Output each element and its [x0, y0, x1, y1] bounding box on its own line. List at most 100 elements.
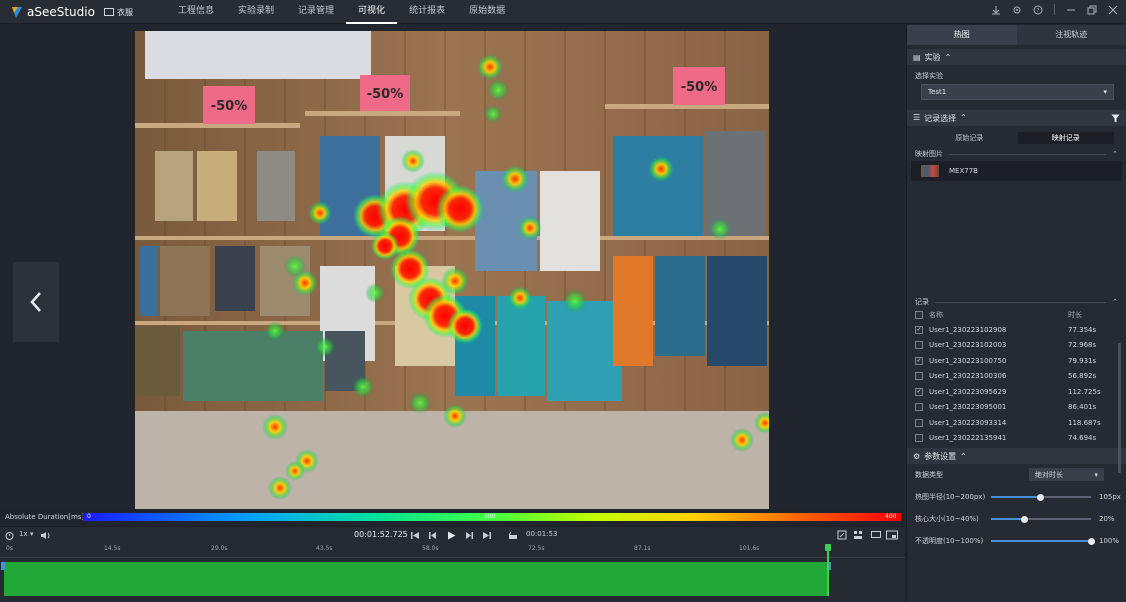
- raw-record-option[interactable]: 原始记录: [921, 132, 1018, 144]
- recording-track[interactable]: [4, 562, 829, 596]
- image-thumbnail: [921, 165, 939, 177]
- records-scrollbar[interactable]: [1118, 343, 1121, 473]
- mapped-image-label: 映射图片: [915, 150, 943, 158]
- step-back-icon[interactable]: [428, 531, 438, 540]
- list-item[interactable]: User1_230222135941 74.694s: [907, 431, 1126, 447]
- list-item[interactable]: User1_230223100306 56.892s: [907, 369, 1126, 385]
- param-value: 100%: [1099, 537, 1120, 545]
- download-icon[interactable]: [991, 5, 1001, 15]
- record-duration: 79.931s: [1068, 356, 1097, 365]
- help-icon[interactable]: ?: [1033, 5, 1043, 15]
- record-checkbox[interactable]: ✓: [915, 325, 923, 334]
- record-name: User1_230223100750: [929, 356, 1007, 365]
- screen-icon[interactable]: [871, 530, 881, 540]
- record-checkbox[interactable]: [915, 372, 923, 381]
- filter-icon[interactable]: [1111, 114, 1120, 123]
- slider-knob[interactable]: [1020, 515, 1028, 523]
- tab-gaze-path[interactable]: 注视轨迹: [1016, 25, 1126, 45]
- slider-fill: [991, 540, 1091, 542]
- app-logo: aSeeStudio 衣服: [10, 3, 133, 21]
- record-duration: 56.892s: [1068, 372, 1097, 381]
- tick-label: 29.0s: [211, 545, 228, 552]
- chevron-up-icon[interactable]: ⌃: [1112, 298, 1118, 306]
- previous-button[interactable]: [13, 262, 59, 342]
- slider-knob[interactable]: [1087, 537, 1095, 545]
- tick-label: 43.5s: [316, 545, 333, 552]
- list-item[interactable]: User1_230223102003 72.968s: [907, 338, 1126, 354]
- playhead-handle[interactable]: [825, 544, 831, 551]
- data-type-select[interactable]: 绝对时长 ▾: [1029, 468, 1104, 481]
- mapped-record-option[interactable]: 映射记录: [1017, 132, 1114, 144]
- chevron-down-icon[interactable]: ▾: [30, 530, 34, 538]
- record-checkbox[interactable]: [915, 434, 923, 443]
- divider: [949, 153, 1107, 155]
- layout-icon[interactable]: [853, 530, 863, 540]
- step-forward-icon[interactable]: [464, 531, 474, 540]
- list-item[interactable]: User1_230223093314 118.687s: [907, 415, 1126, 431]
- chevron-up-icon[interactable]: ⌃: [1112, 150, 1118, 158]
- list-item[interactable]: ✓ User1_230223095629 112.725s: [907, 384, 1126, 400]
- slider-knob[interactable]: [1036, 493, 1044, 501]
- record-mode-toggle: 原始记录 映射记录: [921, 132, 1114, 144]
- chevron-down-icon: ▾: [1094, 470, 1098, 479]
- experiment-select[interactable]: Test1 ▾: [921, 84, 1114, 100]
- clip-icon[interactable]: [508, 531, 518, 540]
- play-icon[interactable]: [447, 531, 456, 540]
- main-nav: 工程信息 实验录制 记录管理 可视化 统计报表 原始数据: [166, 0, 517, 24]
- nav-visualization[interactable]: 可视化: [346, 0, 398, 24]
- colorbar-min: 0: [87, 513, 91, 520]
- record-checkbox[interactable]: ✓: [915, 387, 923, 396]
- export-icon[interactable]: [837, 530, 847, 540]
- mapped-image-item[interactable]: MEX77B: [911, 161, 1122, 181]
- list-item[interactable]: User1_230223095001 86.401s: [907, 400, 1126, 416]
- params-section-header[interactable]: ⚙ 参数设置 ⌃: [907, 448, 1126, 464]
- project-name: 衣服: [116, 7, 133, 17]
- window-controls: ?: [991, 4, 1118, 15]
- timeline[interactable]: 0s 14.5s 29.0s 43.5s 58.0s 72.5s 87.1s 1…: [0, 544, 905, 602]
- record-section-header[interactable]: ☰ 记录选择 ⌃: [907, 110, 1126, 126]
- tab-heatmap[interactable]: 热图: [907, 25, 1017, 45]
- record-checkbox[interactable]: ✓: [915, 356, 923, 365]
- logo-icon: [12, 7, 22, 18]
- skip-end-icon[interactable]: [482, 531, 492, 540]
- record-checkbox[interactable]: [915, 418, 923, 427]
- param-label: 核心大小(10~40%): [915, 515, 979, 523]
- timer-icon[interactable]: [5, 531, 14, 540]
- playhead[interactable]: [827, 544, 829, 596]
- records-label: 记录: [915, 298, 929, 306]
- settings-icon[interactable]: [1012, 5, 1022, 15]
- volume-icon[interactable]: [40, 531, 50, 540]
- record-duration: 72.968s: [1068, 341, 1097, 350]
- param-slider[interactable]: [991, 515, 1091, 523]
- image-list-space: [907, 181, 1126, 296]
- data-type-value: 绝对时长: [1035, 470, 1063, 479]
- select-all-checkbox[interactable]: [915, 311, 923, 319]
- experiment-section-title: 实验: [924, 52, 941, 62]
- select-experiment-label: 选择实验: [915, 72, 943, 80]
- experiment-section-header[interactable]: ▤ 实验 ⌃: [907, 49, 1126, 65]
- nav-statistics[interactable]: 统计报表: [397, 0, 457, 24]
- restore-icon[interactable]: [1087, 5, 1097, 15]
- param-slider[interactable]: [991, 537, 1095, 545]
- picture-in-picture-icon[interactable]: [886, 530, 898, 540]
- track-start-handle[interactable]: [1, 562, 5, 570]
- list-item[interactable]: ✓ User1_230223102908 77.354s: [907, 322, 1126, 338]
- speed-select[interactable]: 1x: [19, 530, 28, 538]
- timeline-ruler: 0s 14.5s 29.0s 43.5s 58.0s 72.5s 87.1s 1…: [0, 544, 905, 558]
- right-panel: 热图 注视轨迹 ▤ 实验 ⌃ 选择实验 Test1 ▾ ☰ 记录选择 ⌃ 原始记…: [906, 25, 1126, 602]
- record-checkbox[interactable]: [915, 341, 923, 350]
- list-item[interactable]: ✓ User1_230223100750 79.931s: [907, 353, 1126, 369]
- record-checkbox[interactable]: [915, 403, 923, 412]
- skip-start-icon[interactable]: [410, 531, 420, 540]
- image-name: MEX77B: [949, 167, 978, 175]
- nav-raw-data[interactable]: 原始数据: [457, 0, 517, 24]
- close-icon[interactable]: [1108, 5, 1118, 15]
- param-row: 核心大小(10~40%) 20%: [907, 508, 1126, 530]
- current-time: 00:01:52.725: [354, 530, 408, 539]
- nav-record-management[interactable]: 记录管理: [286, 0, 346, 24]
- record-duration: 118.687s: [1068, 418, 1101, 427]
- param-slider[interactable]: [991, 493, 1091, 501]
- minimize-icon[interactable]: [1066, 5, 1076, 15]
- nav-project-info[interactable]: 工程信息: [166, 0, 226, 24]
- nav-recording[interactable]: 实验录制: [226, 0, 286, 24]
